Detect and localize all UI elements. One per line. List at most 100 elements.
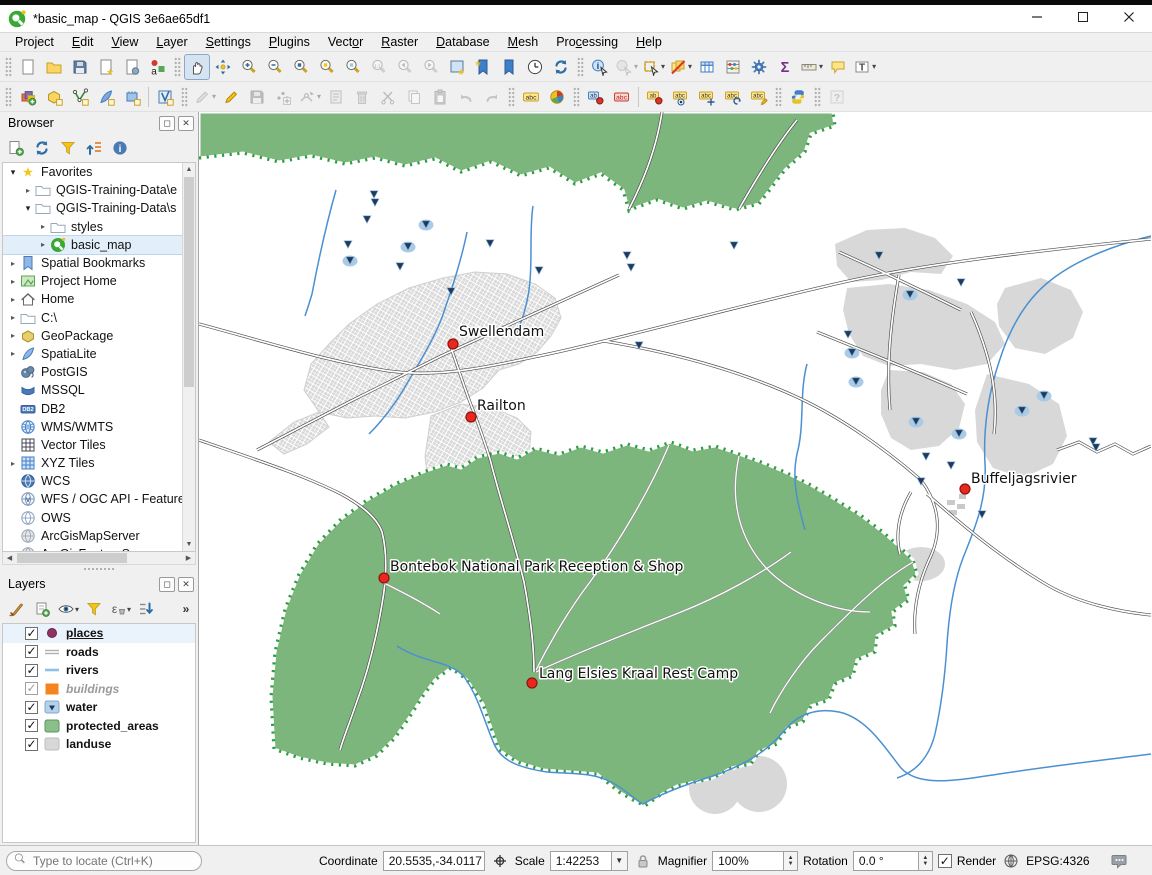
add-group-button[interactable] [30, 597, 54, 621]
layer-row-roads[interactable]: ✓roads [3, 643, 195, 662]
browser-item-c[interactable]: ▸C:\ [3, 309, 182, 327]
new-temporary-scratch-layer-button[interactable] [119, 84, 145, 110]
map-tips-button[interactable] [825, 54, 851, 80]
messages-icon[interactable] [1109, 851, 1129, 871]
menu-database[interactable]: Database [427, 34, 499, 50]
zoom-in-button[interactable] [236, 54, 262, 80]
new-virtual-layer-button[interactable] [152, 84, 178, 110]
layer-diagram-options-button[interactable] [544, 84, 570, 110]
browser-item-ows[interactable]: OWS [3, 509, 182, 527]
zoom-to-selection-button[interactable] [314, 54, 340, 80]
menu-processing[interactable]: Processing [547, 34, 627, 50]
toggle-editing-button[interactable] [218, 84, 244, 110]
toolbar-drag-handle[interactable] [5, 56, 12, 78]
expander-icon[interactable]: ▸ [37, 240, 49, 249]
layer-row-landuse[interactable]: ✓landuse [3, 735, 195, 754]
highlight-pinned-labels-button[interactable]: ab [583, 84, 609, 110]
more-tools-button[interactable]: » [174, 597, 198, 621]
rotation-steppers[interactable]: ▲▼ [919, 851, 933, 871]
scroll-left-arrow[interactable]: ◀ [3, 552, 16, 564]
extents-toggle-icon[interactable] [490, 851, 510, 871]
close-button[interactable] [1106, 5, 1152, 32]
dropdown-arrow-icon[interactable]: ▾ [634, 62, 638, 71]
menu-edit[interactable]: Edit [63, 34, 103, 50]
layer-checkbox[interactable]: ✓ [25, 719, 38, 732]
filter-by-expression-button[interactable]: ε▾ [108, 597, 132, 621]
toolbar-drag-handle[interactable] [181, 86, 188, 108]
browser-item-home[interactable]: ▸Home [3, 290, 182, 308]
layer-row-places[interactable]: ✓places [3, 624, 195, 643]
dropdown-arrow-icon[interactable]: ▾ [819, 62, 823, 71]
rotate-label-button[interactable]: abc [720, 84, 746, 110]
browser-item-favorites[interactable]: ▾★Favorites [3, 163, 182, 181]
menu-mesh[interactable]: Mesh [499, 34, 548, 50]
show-hide-labels-button[interactable]: abc [668, 84, 694, 110]
scroll-thumb-h[interactable] [17, 553, 127, 563]
save-project-button[interactable] [67, 54, 93, 80]
layer-checkbox[interactable]: ✓ [25, 645, 38, 658]
pan-to-selection-button[interactable] [210, 54, 236, 80]
menu-layer[interactable]: Layer [147, 34, 196, 50]
layer-checkbox[interactable]: ✓ [25, 664, 38, 677]
browser-item-arcgismapserver[interactable]: ArcGisMapServer [3, 527, 182, 545]
expander-icon[interactable]: ▸ [22, 186, 34, 195]
menu-settings[interactable]: Settings [197, 34, 260, 50]
browser-item-geopackage[interactable]: ▸GeoPackage [3, 327, 182, 345]
expand-collapse-all-button[interactable] [134, 597, 158, 621]
crs-value[interactable]: EPSG:4326 [1026, 854, 1089, 868]
expander-icon[interactable]: ▾ [22, 203, 34, 214]
layer-row-rivers[interactable]: ✓rivers [3, 661, 195, 680]
expander-icon[interactable]: ▸ [7, 331, 19, 340]
browser-item-vector-tiles[interactable]: Vector Tiles [3, 436, 182, 454]
coordinate-value[interactable]: 20.5535,-34.0117 [383, 851, 485, 871]
select-features-button[interactable]: ▾ [640, 54, 667, 80]
open-project-button[interactable] [41, 54, 67, 80]
manage-map-themes-button[interactable]: ▾ [56, 597, 80, 621]
statistical-summary-button[interactable]: Σ [772, 54, 798, 80]
temporal-controller-button[interactable] [522, 54, 548, 80]
identify-features-button[interactable]: i [587, 54, 613, 80]
scale-dropdown-arrow[interactable]: ▼ [612, 851, 628, 871]
browser-vscrollbar[interactable]: ▲ ▼ [182, 163, 195, 551]
open-attribute-table-button[interactable] [694, 54, 720, 80]
browser-close-button[interactable]: ✕ [178, 116, 194, 131]
expander-icon[interactable]: ▸ [7, 277, 19, 286]
scroll-right-arrow[interactable]: ▶ [182, 552, 195, 564]
menu-plugins[interactable]: Plugins [260, 34, 319, 50]
scale-value[interactable]: 1:42253 [550, 851, 612, 871]
menu-raster[interactable]: Raster [372, 34, 427, 50]
style-manager-button[interactable]: a [145, 54, 171, 80]
toolbar-drag-handle[interactable] [573, 86, 580, 108]
magnifier-steppers[interactable]: ▲▼ [784, 851, 798, 871]
scroll-up-arrow[interactable]: ▲ [183, 163, 195, 176]
dropdown-arrow-icon[interactable]: ▾ [317, 92, 321, 101]
new-spatialite-layer-button[interactable] [93, 84, 119, 110]
magnifier-value[interactable]: 100% [712, 851, 784, 871]
browser-item-wcs[interactable]: WCS [3, 472, 182, 490]
change-label-properties-button[interactable]: abc [746, 84, 772, 110]
refresh-browser-button[interactable] [30, 136, 54, 160]
browser-item-mssql[interactable]: MSSQL [3, 381, 182, 399]
browser-item-arcgisfeatureserver[interactable]: ArcGisFeatureServer [3, 545, 182, 552]
browser-item-wfs-ogc-api-features[interactable]: VWFS / OGC API - Features [3, 490, 182, 508]
locator-box[interactable] [6, 851, 202, 871]
text-annotation-button[interactable]: T▾ [851, 54, 878, 80]
browser-item-xyz-tiles[interactable]: ▸XYZ Tiles [3, 454, 182, 472]
layers-close-button[interactable]: ✕ [178, 577, 194, 592]
expander-icon[interactable]: ▸ [7, 295, 19, 304]
toolbar-drag-handle[interactable] [814, 86, 821, 108]
dropdown-arrow-icon[interactable]: ▾ [661, 62, 665, 71]
minimize-button[interactable] [1014, 5, 1060, 32]
pan-map-button[interactable] [184, 54, 210, 80]
toolbar-drag-handle[interactable] [5, 86, 12, 108]
panel-splitter[interactable] [0, 565, 198, 573]
browser-item-db2[interactable]: DB2DB2 [3, 399, 182, 417]
move-label-button[interactable]: abc [694, 84, 720, 110]
dropdown-arrow-icon[interactable]: ▾ [688, 62, 692, 71]
measure-button[interactable]: ▾ [798, 54, 825, 80]
add-selected-layers-button[interactable] [4, 136, 28, 160]
zoom-full-button[interactable] [288, 54, 314, 80]
browser-float-button[interactable]: ◻ [159, 116, 175, 131]
expander-icon[interactable]: ▸ [7, 349, 19, 358]
menu-vector[interactable]: Vector [319, 34, 372, 50]
